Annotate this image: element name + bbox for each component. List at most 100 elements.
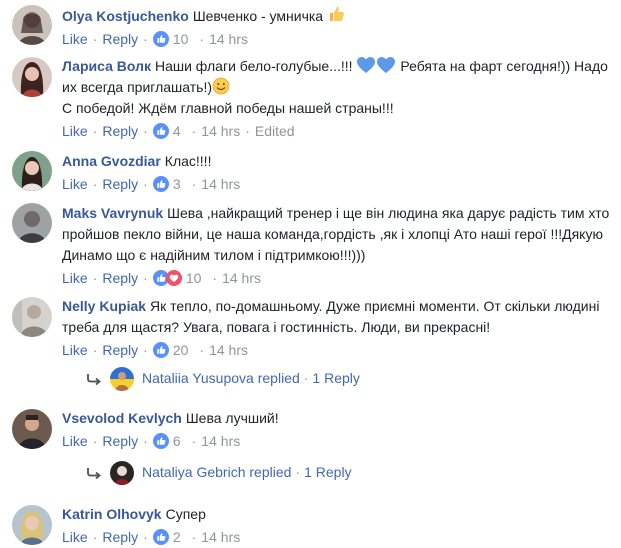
avatar[interactable] <box>12 5 52 45</box>
reaction-count[interactable]: 10 <box>186 270 202 286</box>
separator: · <box>191 433 197 449</box>
like-reaction-icon[interactable] <box>153 433 169 449</box>
separator: · <box>92 31 98 47</box>
comment-actions: Like · Reply · 10 · 14 hrs <box>62 269 611 287</box>
edited-label[interactable]: Edited <box>255 123 295 139</box>
reaction-count[interactable]: 10 <box>173 31 189 47</box>
comment-text: Anna Gvozdiar Клас!!!! <box>62 151 611 172</box>
reaction-count[interactable]: 2 <box>173 529 181 545</box>
comment-actions: Like · Reply · 20 · 14 hrs <box>62 341 611 359</box>
separator: · <box>92 342 98 358</box>
comment-actions: Like · Reply · 2 · 14 hrs <box>62 528 611 546</box>
comment-text: Nelly Kupiak Як тепло, по-домашньому. Дуж… <box>62 296 611 338</box>
comment-author[interactable]: Olya Kostjuchenko <box>62 8 189 24</box>
reply-count-link[interactable]: 1 Reply <box>312 370 359 386</box>
separator: · <box>143 176 148 192</box>
like-button[interactable]: Like <box>62 31 88 47</box>
reply-count-link[interactable]: 1 Reply <box>304 464 351 480</box>
replier-name[interactable]: Nataliya Gebrich <box>142 464 246 480</box>
comment-body: Шевченко - умничка <box>192 8 324 24</box>
reaction-count[interactable]: 4 <box>173 123 181 139</box>
separator: · <box>92 529 98 545</box>
like-reaction-icon[interactable] <box>153 123 169 139</box>
like-button[interactable]: Like <box>62 433 88 449</box>
comment-timestamp[interactable]: 14 hrs <box>201 176 240 192</box>
comment-body-line3: С победой! Ждём главной победы нашей стр… <box>62 100 394 116</box>
avatar[interactable] <box>12 203 52 243</box>
smile-emoji-icon <box>212 77 230 95</box>
like-button[interactable]: Like <box>62 176 88 192</box>
like-reaction-icon[interactable] <box>153 176 169 192</box>
comment-body: Супер <box>165 506 206 522</box>
like-button[interactable]: Like <box>62 342 88 358</box>
thumbs-up-emoji-icon <box>327 4 347 24</box>
like-button[interactable]: Like <box>62 529 88 545</box>
comment-author[interactable]: Anna Gvozdiar <box>62 153 161 169</box>
like-reaction-icon[interactable] <box>153 342 169 358</box>
separator: · <box>199 31 205 47</box>
love-reaction-icon[interactable] <box>166 270 182 286</box>
separator: · <box>143 529 148 545</box>
comment-actions: Like · Reply · 10 · 14 hrs <box>62 30 611 48</box>
separator: · <box>212 270 218 286</box>
reply-button[interactable]: Reply <box>102 123 138 139</box>
view-replies-link[interactable]: Nataliya Gebrich replied · 1 Reply <box>86 460 352 486</box>
replied-label[interactable]: replied <box>258 370 300 386</box>
avatar[interactable] <box>12 57 52 97</box>
comment-text: Лариса Волк Наши флаги бело-голубые...!!!… <box>62 56 611 119</box>
avatar[interactable] <box>12 505 52 545</box>
separator: · <box>199 342 205 358</box>
avatar[interactable] <box>12 409 52 449</box>
replied-label[interactable]: replied <box>249 464 291 480</box>
separator: · <box>191 176 197 192</box>
reply-button[interactable]: Reply <box>102 529 138 545</box>
reply-button[interactable]: Reply <box>102 433 138 449</box>
reply-button[interactable]: Reply <box>102 342 138 358</box>
avatar[interactable] <box>12 297 52 337</box>
comment-author[interactable]: Nelly Kupiak <box>62 298 146 314</box>
replier-name[interactable]: Nataliia Yusupova <box>142 370 254 386</box>
comment-author[interactable]: Vsevolod Kevlych <box>62 410 182 426</box>
like-reaction-icon[interactable] <box>153 529 169 545</box>
separator: · <box>92 433 98 449</box>
separator: · <box>245 123 250 139</box>
reply-button[interactable]: Reply <box>102 31 138 47</box>
like-button[interactable]: Like <box>62 123 88 139</box>
comment-timestamp[interactable]: 14 hrs <box>201 529 240 545</box>
comment-text: Katrin Olhovyk Супер <box>62 504 611 525</box>
replier-avatar <box>110 461 134 486</box>
comment-body: Клас!!!! <box>164 153 212 169</box>
like-button[interactable]: Like <box>62 270 88 286</box>
comment-actions: Like · Reply · 6 · 14 hrs <box>62 432 611 450</box>
reaction-count[interactable]: 3 <box>173 176 181 192</box>
reaction-count[interactable]: 20 <box>173 342 189 358</box>
avatar[interactable] <box>12 151 52 191</box>
separator: · <box>143 31 148 47</box>
separator: · <box>143 123 148 139</box>
reply-arrow-icon <box>86 368 102 392</box>
separator: · <box>143 342 148 358</box>
comment-actions: Like · Reply · 4 · 14 hrs · Edited <box>62 122 611 140</box>
reply-button[interactable]: Reply <box>102 270 138 286</box>
comment-timestamp[interactable]: 14 hrs <box>201 433 240 449</box>
view-replies-link[interactable]: Nataliia Yusupova replied · 1 Reply <box>86 366 360 392</box>
comment-timestamp[interactable]: 14 hrs <box>209 342 248 358</box>
comment-body-line1: Наши флаги бело-голубые...!!! <box>154 58 353 74</box>
comment-timestamp[interactable]: 14 hrs <box>209 31 248 47</box>
like-reaction-icon[interactable] <box>153 31 169 47</box>
blue-heart-icon <box>376 56 396 74</box>
separator: · <box>143 433 148 449</box>
separator: · <box>191 123 197 139</box>
comment-author[interactable]: Katrin Olhovyk <box>62 506 162 522</box>
reaction-count[interactable]: 6 <box>173 433 181 449</box>
comment-timestamp[interactable]: 14 hrs <box>201 123 240 139</box>
separator: · <box>143 270 148 286</box>
comment-author[interactable]: Maks Vavrynuk <box>62 205 163 221</box>
blue-heart-icon <box>356 56 376 74</box>
comment-timestamp[interactable]: 14 hrs <box>222 270 261 286</box>
comment-author[interactable]: Лариса Волк <box>62 58 151 74</box>
separator: · <box>295 464 301 480</box>
separator: · <box>92 123 98 139</box>
reply-button[interactable]: Reply <box>102 176 138 192</box>
comment-body: Шева лучший! <box>185 410 279 426</box>
